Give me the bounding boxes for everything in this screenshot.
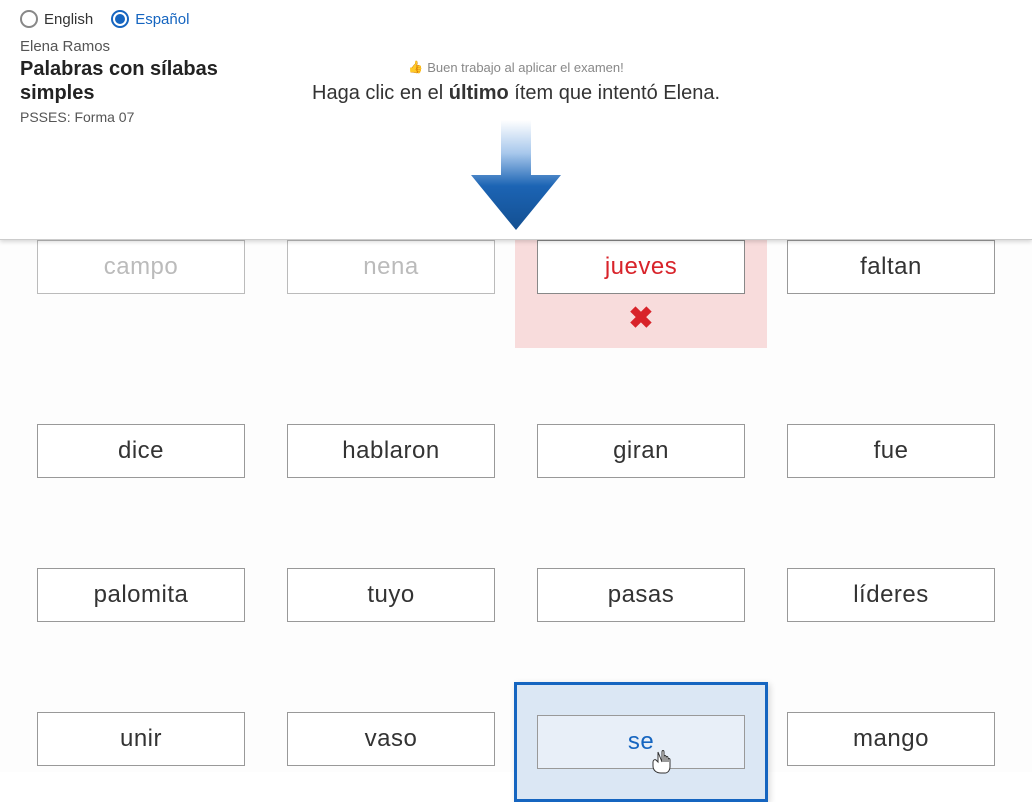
instruction-bold: último (449, 82, 509, 104)
instruction-text: Haga clic en el último ítem que intentó … (0, 82, 1032, 105)
word-cell[interactable]: palomita (26, 568, 256, 622)
lang-espanol-label: Español (135, 11, 189, 28)
word-box[interactable]: hablaron (287, 424, 495, 478)
word-grid: campo nena jueves ✖ faltan dice hablaron giranf… (0, 240, 1032, 772)
instruction-block: 👍 Buen trabajo al aplicar el examen! Hag… (0, 58, 1032, 105)
word-box[interactable]: se (537, 715, 745, 769)
word-box[interactable]: dice (37, 424, 245, 478)
word-box[interactable]: nena (287, 240, 495, 294)
lang-english-label: English (44, 11, 93, 28)
down-arrow-icon (471, 120, 561, 235)
praise-label: Buen trabajo al aplicar el examen! (427, 60, 624, 75)
praise-text: 👍 Buen trabajo al aplicar el examen! (408, 60, 624, 75)
word-box[interactable]: pasas (537, 568, 745, 622)
word-cell[interactable]: vaso (276, 712, 506, 772)
word-cell[interactable]: tuyo (276, 568, 506, 622)
instruction-pre: Haga clic en el (312, 82, 449, 104)
word-box[interactable]: faltan (787, 240, 995, 294)
instruction-post: ítem que intentó Elena. (509, 82, 720, 104)
word-box[interactable]: jueves (537, 240, 745, 294)
word-cell[interactable]: pasas (526, 568, 756, 622)
lang-english-radio[interactable]: English (20, 10, 93, 28)
word-cell[interactable]: faltan (776, 240, 1006, 334)
word-cell[interactable]: hablaron (276, 424, 506, 478)
thumbs-up-icon: 👍 (408, 60, 423, 74)
header-panel: English Español Elena Ramos Palabras con… (0, 0, 1032, 240)
word-cell[interactable]: líderes (776, 568, 1006, 622)
word-cell[interactable]: dice (26, 424, 256, 478)
word-grid-area: campo nena jueves ✖ faltan dice hablaron giranf… (0, 240, 1032, 772)
word-box[interactable]: fue (787, 424, 995, 478)
word-cell[interactable]: se (514, 682, 768, 802)
word-cell[interactable]: giran (526, 424, 756, 478)
word-cell[interactable]: nena (276, 240, 506, 334)
student-name: Elena Ramos (20, 38, 1012, 55)
word-cell[interactable]: jueves ✖ (515, 240, 767, 348)
word-box[interactable]: campo (37, 240, 245, 294)
word-cell[interactable]: mango (776, 712, 1006, 772)
word-box[interactable]: vaso (287, 712, 495, 766)
word-cell[interactable]: fue (776, 424, 1006, 478)
word-box[interactable]: tuyo (287, 568, 495, 622)
word-box[interactable]: palomita (37, 568, 245, 622)
word-box[interactable]: giran (537, 424, 745, 478)
lang-espanol-radio[interactable]: Español (111, 10, 189, 28)
word-box[interactable]: unir (37, 712, 245, 766)
radio-circle-icon (20, 10, 38, 28)
word-box[interactable]: mango (787, 712, 995, 766)
word-cell[interactable]: unir (26, 712, 256, 772)
language-selector: English Español (20, 10, 1012, 28)
word-box[interactable]: líderes (787, 568, 995, 622)
word-cell[interactable]: campo (26, 240, 256, 334)
radio-circle-icon (111, 10, 129, 28)
x-mark-icon: ✖ (628, 304, 653, 334)
